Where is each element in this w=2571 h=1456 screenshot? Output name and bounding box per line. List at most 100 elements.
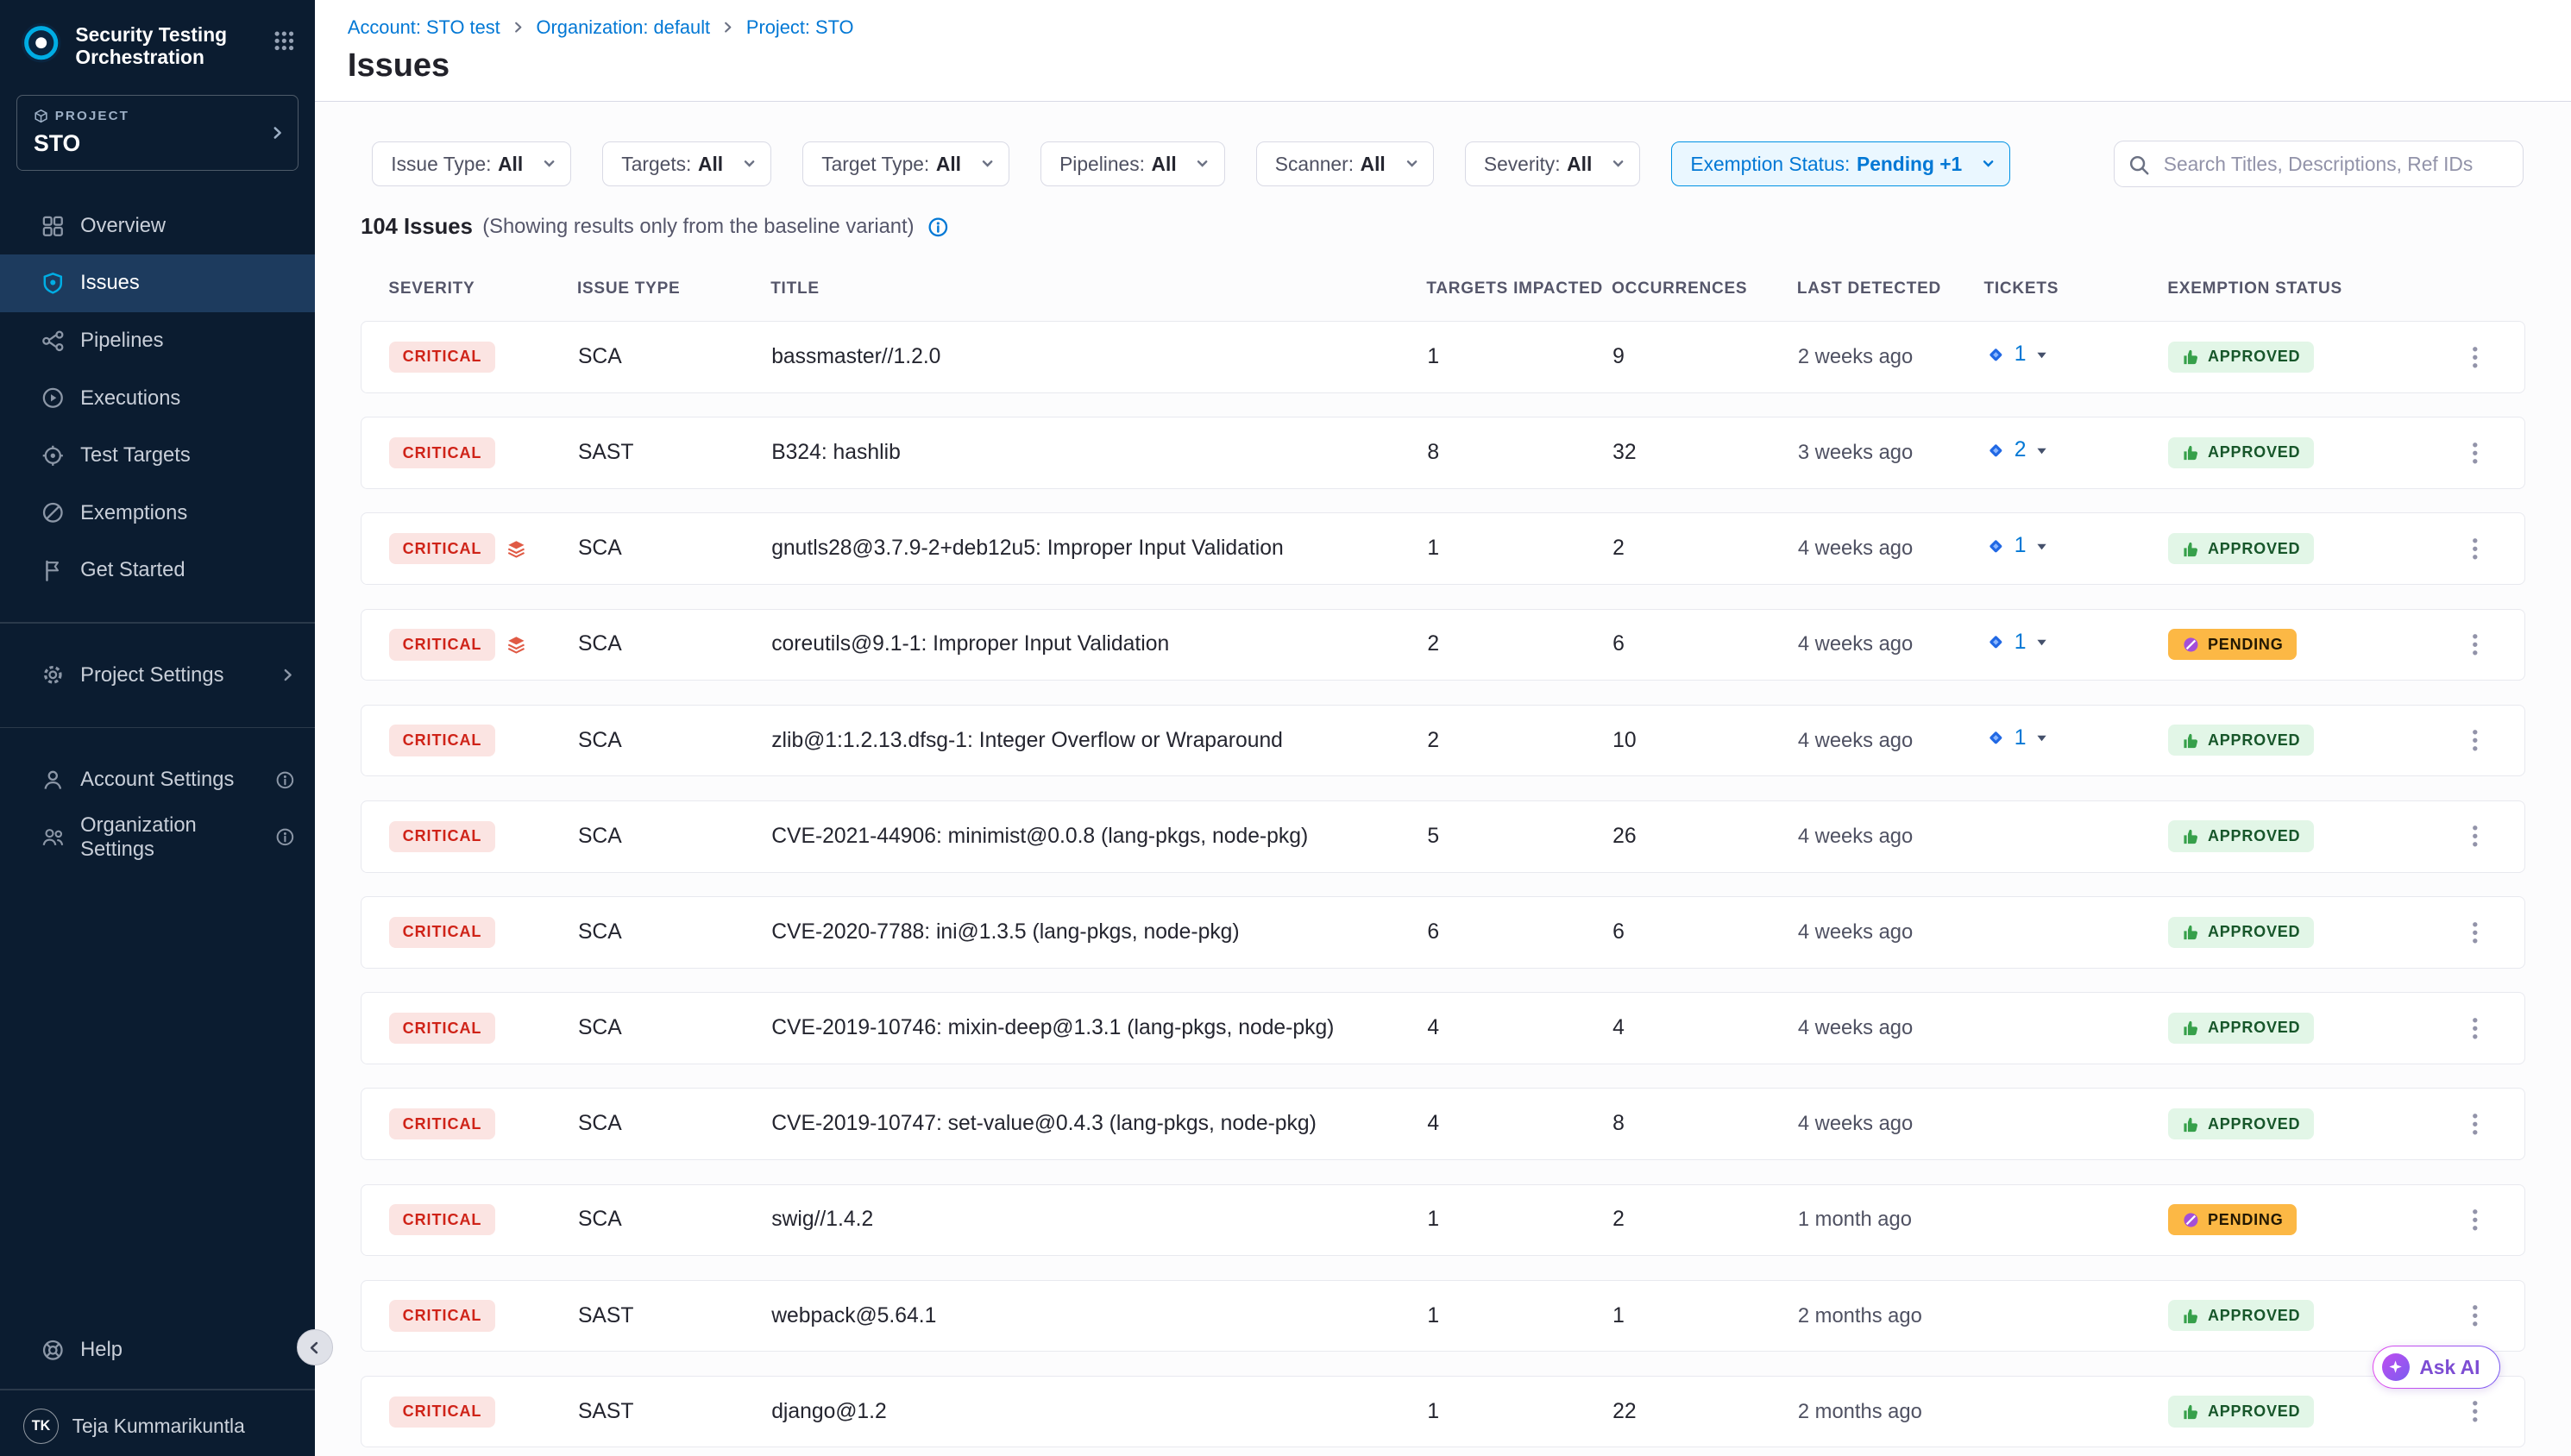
user-profile[interactable]: TK Teja Kummarikuntla [0,1396,315,1455]
divider [0,727,315,729]
row-menu-button[interactable] [2468,1113,2524,1136]
table-row[interactable]: CRITICAL SCA zlib@1:1.2.13.dfsg-1: Integ… [361,705,2525,777]
pending-icon [2182,636,2200,654]
kebab-icon [2472,1208,2479,1232]
info-icon[interactable] [275,770,295,790]
filter-pipelines[interactable]: Pipelines:All [1040,141,1225,185]
exemption-status-cell: APPROVED [2168,1396,2468,1428]
breadcrumb-separator-icon [721,21,734,34]
severity-badge: CRITICAL [389,629,494,660]
filter-issue-type[interactable]: Issue Type:All [372,141,571,185]
ticket-dropdown[interactable]: 1 [1985,631,2050,655]
exemption-status-cell: APPROVED [2168,820,2468,852]
tickets-cell: 1 [1985,534,2169,564]
filter-label: Severity: [1484,153,1561,176]
exemption-status-badge: APPROVED [2168,1396,2313,1427]
harness-sto-logo[interactable] [20,22,62,64]
sidebar-collapse-button[interactable] [297,1329,333,1365]
table-row[interactable]: CRITICAL SAST B324: hashlib 8 32 3 weeks… [361,417,2525,489]
sidebar-item-overview[interactable]: Overview [0,198,315,255]
ticket-dropdown[interactable]: 1 [1985,534,2050,558]
issue-type-cell: SAST [578,1304,771,1328]
issue-type-cell: SCA [578,537,771,561]
table-row[interactable]: CRITICAL SCA bassmaster//1.2.0 1 9 2 wee… [361,321,2525,393]
sidebar-item-organization-settings[interactable]: Organization Settings [0,809,315,867]
project-selector[interactable]: PROJECT STO [16,95,299,171]
help-button[interactable]: Help [0,1321,315,1379]
table-row[interactable]: CRITICAL SCA CVE-2020-7788: ini@1.3.5 (l… [361,896,2525,969]
status-label: APPROVED [2208,1115,2300,1133]
module-switcher-button[interactable] [273,28,295,58]
jira-ticket-icon [1985,344,2007,366]
table-row[interactable]: CRITICAL SCA CVE-2019-10747: set-value@0… [361,1088,2525,1160]
targets-impacted-cell: 5 [1427,825,1612,849]
table-row[interactable]: CRITICAL SCA CVE-2021-44906: minimist@0.… [361,800,2525,873]
exemption-status-cell: APPROVED [2168,1013,2468,1045]
info-icon[interactable] [275,827,295,847]
severity-cell: CRITICAL [389,1204,578,1235]
row-menu-button[interactable] [2468,825,2524,848]
help-lifebuoy-icon [40,1339,66,1362]
row-menu-button[interactable] [2468,921,2524,945]
sidebar-item-get-started[interactable]: Get Started [0,542,315,599]
issue-title: gnutls28@3.7.9-2+deb12u5: Improper Input… [771,537,1427,561]
sidebar-item-executions[interactable]: Executions [0,369,315,427]
filter-exemption-status[interactable]: Exemption Status:Pending +1 [1671,141,2010,185]
sidebar-item-label: Get Started [80,558,185,582]
app-title: Security Testing Orchestration [75,22,261,69]
sidebar-item-issues[interactable]: Issues [0,254,315,312]
project-eyebrow-label: PROJECT [55,109,129,123]
sidebar-item-exemptions[interactable]: Exemptions [0,484,315,542]
filter-target-type[interactable]: Target Type:All [802,141,1009,185]
pipelines-icon [40,329,66,353]
targets-impacted-cell: 1 [1427,1400,1612,1424]
exemption-status-badge: APPROVED [2168,917,2313,948]
info-icon[interactable] [927,217,949,238]
table-row[interactable]: CRITICAL SAST django@1.2 1 22 2 months a… [361,1376,2525,1448]
ask-ai-button[interactable]: Ask AI [2373,1346,2500,1388]
row-menu-button[interactable] [2468,1304,2524,1327]
breadcrumb-organization-link[interactable]: Organization: default [537,16,711,39]
row-menu-button[interactable] [2468,633,2524,656]
table-row[interactable]: CRITICAL SCA coreutils@9.1-1: Improper I… [361,609,2525,681]
status-label: APPROVED [2208,731,2300,750]
flag-icon [40,559,66,582]
search-input[interactable] [2114,141,2524,186]
jira-ticket-icon [1985,727,2007,749]
sidebar-item-pipelines[interactable]: Pipelines [0,312,315,370]
issue-type-cell: SAST [578,441,771,465]
row-menu-button[interactable] [2468,346,2524,369]
ticket-dropdown[interactable]: 2 [1985,438,2050,462]
row-menu-button[interactable] [2468,537,2524,561]
severity-badge-label: CRITICAL [403,540,482,557]
table-row[interactable]: CRITICAL SCA swig//1.4.2 1 2 1 month ago… [361,1184,2525,1257]
exemption-status-badge: APPROVED [2168,1108,2313,1139]
sidebar-item-account-settings[interactable]: Account Settings [0,751,315,809]
breadcrumb-account-link[interactable]: Account: STO test [348,16,500,39]
sidebar-nav: Overview Issues Pipelines Executions Tes… [0,198,315,599]
stacked-occurrences-icon [506,635,526,655]
row-menu-button[interactable] [2468,1208,2524,1232]
ticket-dropdown[interactable]: 1 [1985,726,2050,750]
filter-targets[interactable]: Targets:All [602,141,771,185]
col-severity: SEVERITY [388,279,577,298]
row-menu-button[interactable] [2468,1400,2524,1423]
issue-title: swig//1.4.2 [771,1208,1427,1232]
filter-severity[interactable]: Severity:All [1465,141,1640,185]
table-row[interactable]: CRITICAL SCA CVE-2019-10746: mixin-deep@… [361,992,2525,1064]
row-menu-button[interactable] [2468,729,2524,752]
sidebar-item-project-settings[interactable]: Project Settings [0,646,315,704]
row-menu-button[interactable] [2468,1017,2524,1040]
table-row[interactable]: CRITICAL SCA gnutls28@3.7.9-2+deb12u5: I… [361,512,2525,585]
ticket-dropdown[interactable]: 1 [1985,342,2050,367]
table-row[interactable]: CRITICAL SAST webpack@5.64.1 1 1 2 month… [361,1280,2525,1352]
exemption-status-cell: APPROVED [2168,725,2468,756]
chevron-down-icon [1405,157,1418,170]
breadcrumb-project-link[interactable]: Project: STO [746,16,854,39]
filter-scanner[interactable]: Scanner:All [1256,141,1434,185]
sidebar-item-test-targets[interactable]: Test Targets [0,427,315,485]
issue-type-cell: SCA [578,1112,771,1136]
sidebar-item-label: Pipelines [80,329,163,353]
row-menu-button[interactable] [2468,442,2524,465]
occurrences-cell: 2 [1612,1208,1798,1232]
